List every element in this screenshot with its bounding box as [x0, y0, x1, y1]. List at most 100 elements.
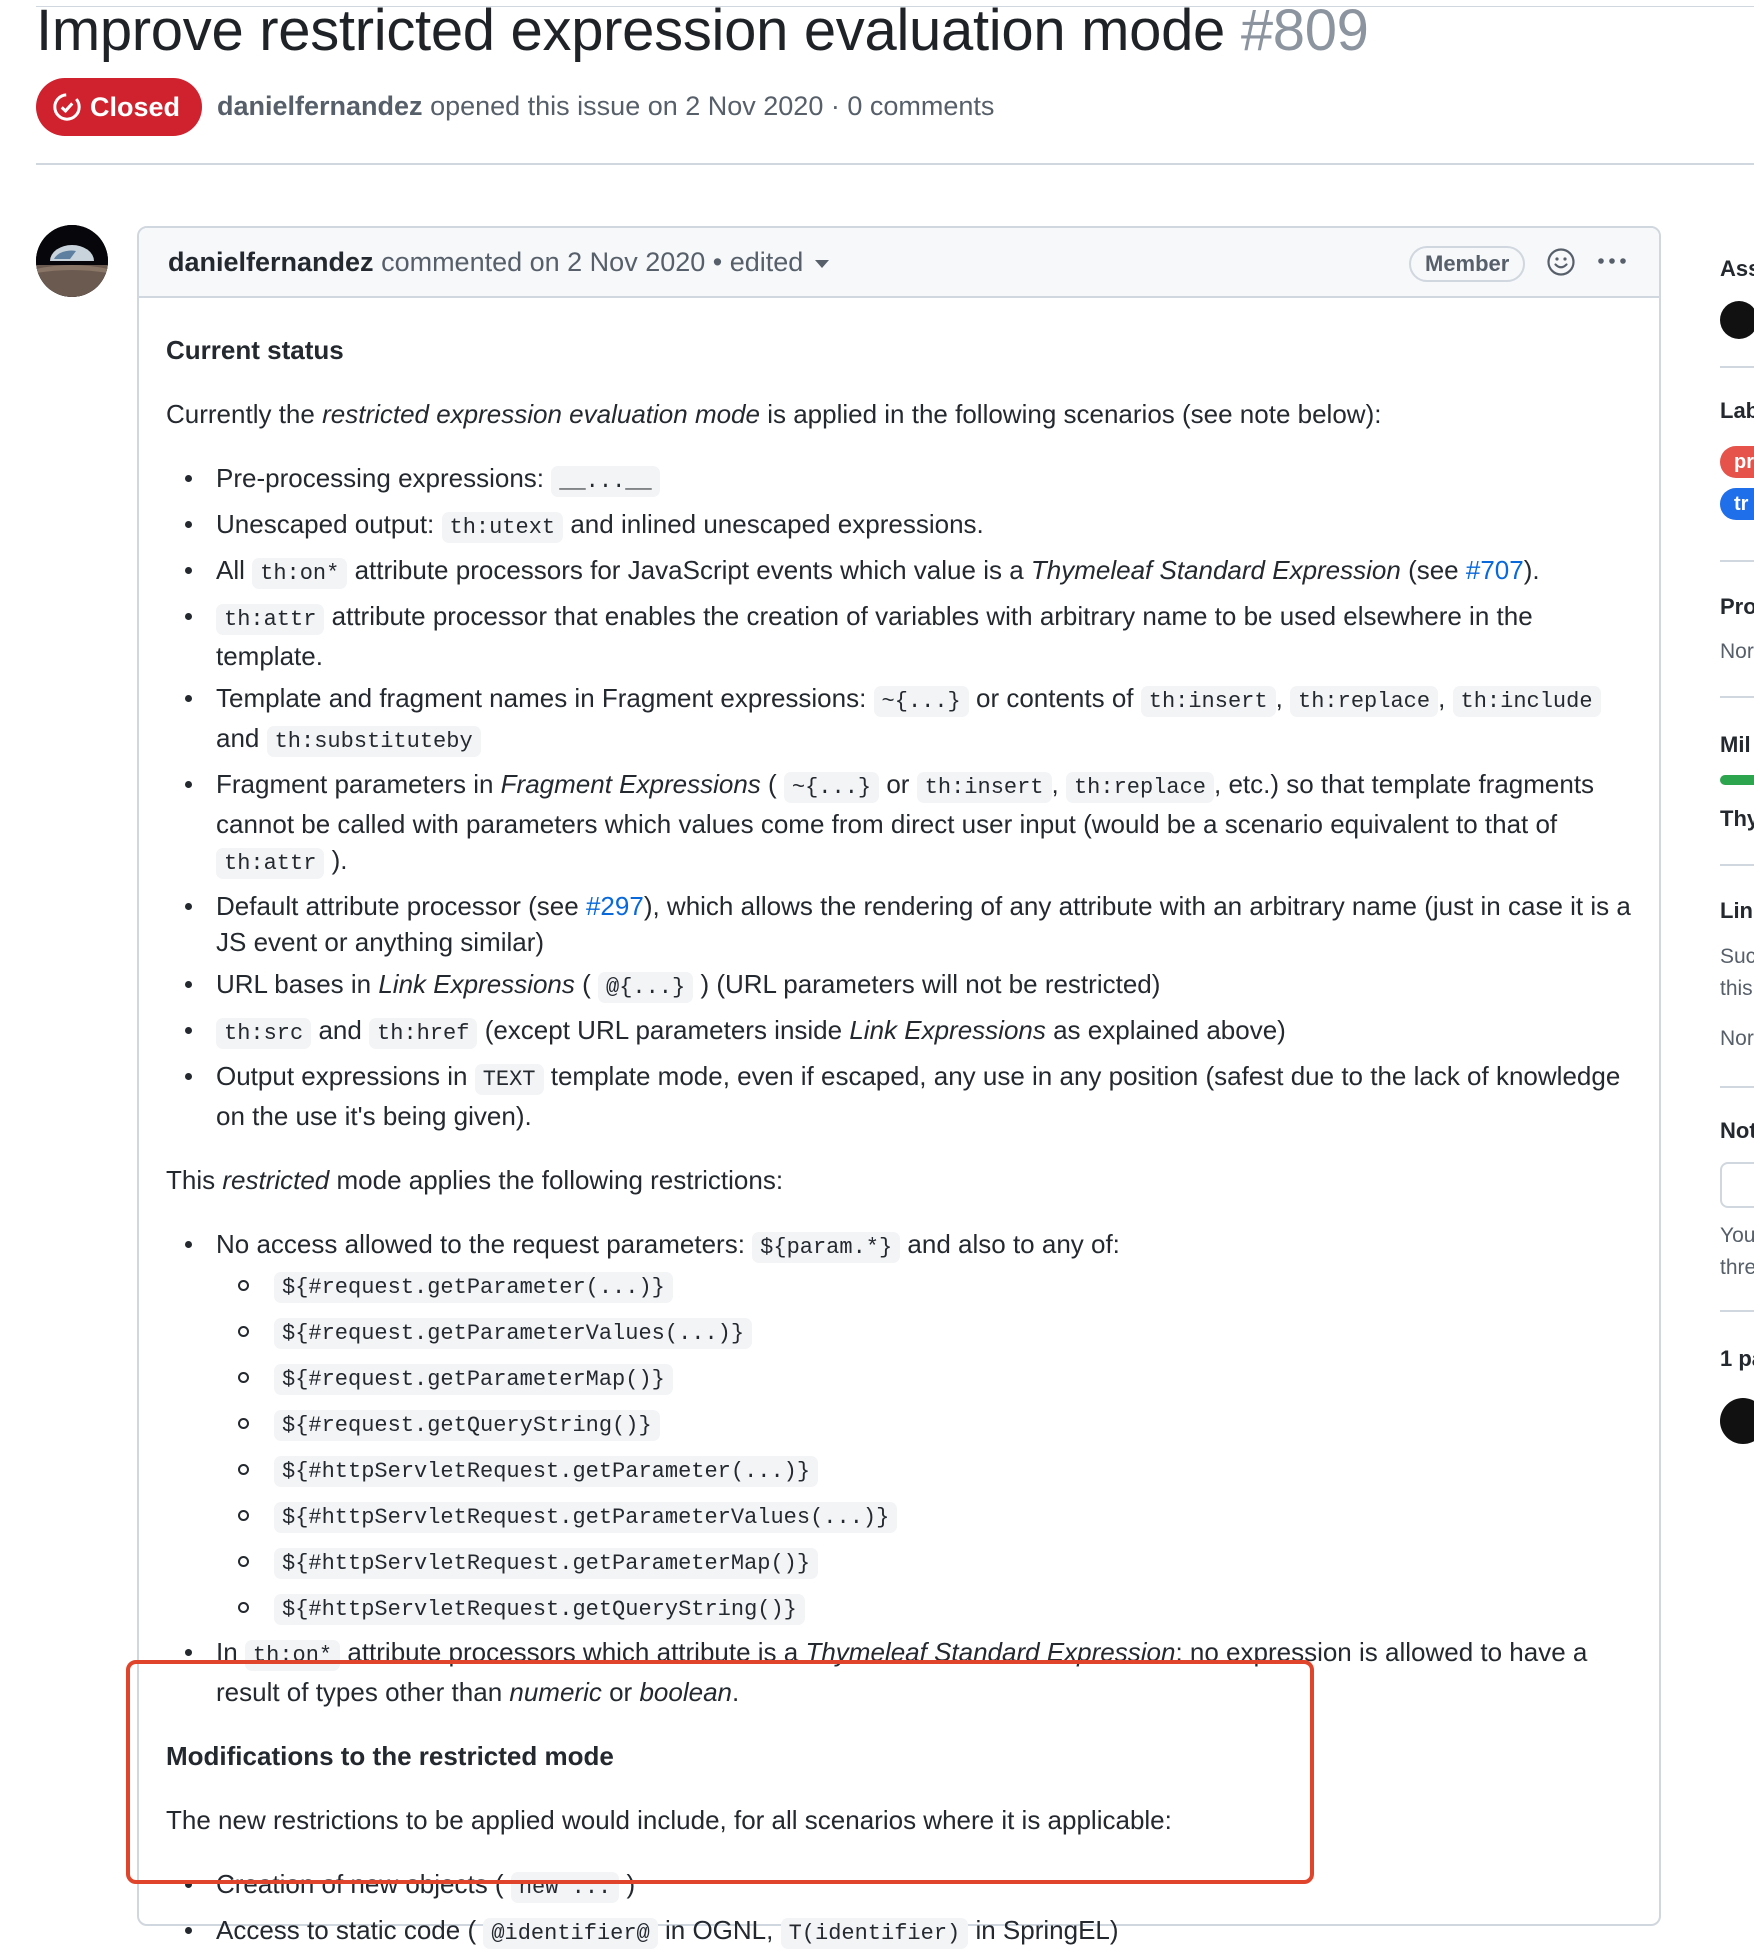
label-pill[interactable]: pr [1720, 446, 1754, 478]
participant-avatar[interactable] [1720, 1398, 1754, 1444]
author-avatar[interactable] [36, 225, 108, 297]
text: and [311, 1015, 370, 1045]
code: __...__ [551, 466, 660, 497]
code: ${#request.getParameter(...)} [274, 1272, 673, 1303]
code: th:insert [916, 772, 1052, 803]
list-item: URL bases in Link Expressions ( @{...} )… [166, 966, 1635, 1006]
closed-state-badge: Closed [36, 78, 202, 136]
text: . [732, 1677, 740, 1707]
text: or contents of [968, 683, 1141, 713]
comment-meta: danielfernandez commented on 2 Nov 2020 … [168, 242, 830, 282]
comment-header: danielfernandez commented on 2 Nov 2020 … [139, 228, 1659, 298]
emphasis: Fragment Expressions [500, 769, 761, 799]
sidebar-projects-value: Nor [1720, 640, 1754, 663]
milestone-progress-bar [1720, 775, 1754, 785]
assignee-avatar[interactable] [1720, 301, 1754, 339]
paragraph-new-restrictions: The new restrictions to be applied would… [166, 1805, 1172, 1835]
code: th:src [216, 1018, 312, 1049]
text: and inlined unescaped expressions. [563, 509, 984, 539]
text: mode applies the following restrictions: [329, 1165, 784, 1195]
text: Currently the [166, 399, 323, 429]
issue-closed-icon [53, 93, 81, 121]
issue-link-707[interactable]: #707 [1466, 555, 1524, 585]
code: ${#httpServletRequest.getParameter(...)} [274, 1456, 819, 1487]
sublist-item: ${#httpServletRequest.getParameter(...)} [166, 1450, 1635, 1490]
text: ( [760, 769, 784, 799]
text: URL bases in [216, 969, 379, 999]
list-item: Template and fragment names in Fragment … [166, 680, 1635, 760]
sidebar-notifications-heading: Not [1720, 1118, 1754, 1143]
list-item: All th:on* attribute processors for Java… [166, 552, 1635, 592]
list-item: th:attr attribute processor that enables… [166, 598, 1635, 674]
code: th:replace [1290, 686, 1439, 717]
subscribe-button[interactable] [1720, 1162, 1754, 1208]
sidebar-assignees-heading[interactable]: Ass [1720, 256, 1754, 282]
issue-meta-text: opened this issue on 2 Nov 2020 · 0 comm… [430, 91, 995, 121]
code: th:utext [441, 512, 564, 543]
issue-title: Improve restricted expression evaluation… [36, 0, 1369, 62]
text: All [216, 555, 253, 585]
code: ${#httpServletRequest.getParameterValues… [274, 1502, 898, 1533]
code: @identifier@ [483, 1918, 658, 1949]
issue-sidebar: Ass Lab pr tr Pro Nor Mil Thy Lin Suc th… [1720, 0, 1754, 1890]
edited-dropdown-caret-icon[interactable] [815, 259, 830, 268]
restrictions-list: No access allowed to the request paramet… [166, 1226, 1635, 1710]
code: th:on* [252, 558, 348, 589]
text: (see [1400, 555, 1466, 585]
code: th:attr [216, 604, 325, 635]
text: In [216, 1637, 245, 1667]
sidebar-labels-heading[interactable]: Lab [1720, 398, 1754, 424]
comment-author-link[interactable]: danielfernandez [168, 247, 374, 277]
member-badge: Member [1409, 246, 1526, 282]
text: No access allowed to the request paramet… [216, 1229, 753, 1259]
code: TEXT [474, 1064, 544, 1095]
text: as explained above) [1045, 1015, 1286, 1045]
issue-link-297[interactable]: #297 [586, 891, 644, 921]
label-pill[interactable]: tr [1720, 488, 1754, 520]
sidebar-linked-heading[interactable]: Lin [1720, 898, 1753, 924]
sidebar-milestone-heading[interactable]: Mil [1720, 732, 1751, 758]
comment-edited-meta[interactable]: commented on 2 Nov 2020 • edited [381, 247, 803, 277]
text: (except URL parameters inside [477, 1015, 850, 1045]
heading-modifications: Modifications to the restricted mode [166, 1741, 614, 1771]
text: Creation of new objects ( [216, 1869, 511, 1899]
issue-number: #809 [1240, 0, 1369, 63]
code: th:substituteby [266, 726, 481, 757]
code: ~{...} [783, 772, 880, 803]
emphasis: Link Expressions [378, 969, 575, 999]
sublist-item: ${#request.getParameterMap()} [166, 1358, 1635, 1398]
code: @{...} [598, 972, 694, 1003]
text: Unescaped output: [216, 509, 442, 539]
add-reaction-smiley-icon[interactable] [1545, 246, 1577, 278]
text: is applied in the following scenarios (s… [759, 399, 1382, 429]
paragraph-scenarios: Currently the restricted expression eval… [166, 396, 1635, 432]
heading-current-status: Current status [166, 335, 344, 365]
code: ${param.*} [752, 1232, 901, 1263]
code: th:on* [244, 1640, 341, 1671]
sublist-item: ${#httpServletRequest.getParameterValues… [166, 1496, 1635, 1536]
emphasis: Thymeleaf Standard Expression [805, 1637, 1176, 1667]
list-item: Access to static code ( @identifier@ in … [166, 1912, 1635, 1952]
text: , [1438, 683, 1453, 713]
issue-title-text: Improve restricted expression evaluation… [36, 0, 1225, 63]
issue-author-link[interactable]: danielfernandez [217, 91, 423, 121]
list-item: Pre-processing expressions: __...__ [166, 460, 1635, 500]
text: , [1275, 683, 1291, 713]
code: ${#httpServletRequest.getQueryString()} [274, 1594, 805, 1625]
sublist-item: ${#request.getQueryString()} [166, 1404, 1635, 1444]
new-restrictions-list: Creation of new objects ( new ... ) Acce… [166, 1866, 1635, 1952]
text: and [216, 723, 267, 753]
list-item: Creation of new objects ( new ... ) [166, 1866, 1635, 1906]
code: th:attr [216, 848, 325, 879]
sublist-item: ${#request.getParameter(...)} [166, 1266, 1635, 1306]
code: T(identifier) [780, 1918, 969, 1949]
code: ${#httpServletRequest.getParameterMap()} [274, 1548, 819, 1579]
sidebar-divider [1720, 864, 1754, 866]
sidebar-projects-heading[interactable]: Pro [1720, 594, 1754, 620]
sidebar-participants-heading: 1 pa [1720, 1346, 1754, 1371]
code: ${#request.getParameterMap()} [274, 1364, 673, 1395]
milestone-name[interactable]: Thy [1720, 806, 1754, 832]
kebab-more-options-icon[interactable] [1595, 248, 1629, 274]
text: or [879, 769, 917, 799]
list-item: Output expressions in TEXT template mode… [166, 1058, 1635, 1134]
